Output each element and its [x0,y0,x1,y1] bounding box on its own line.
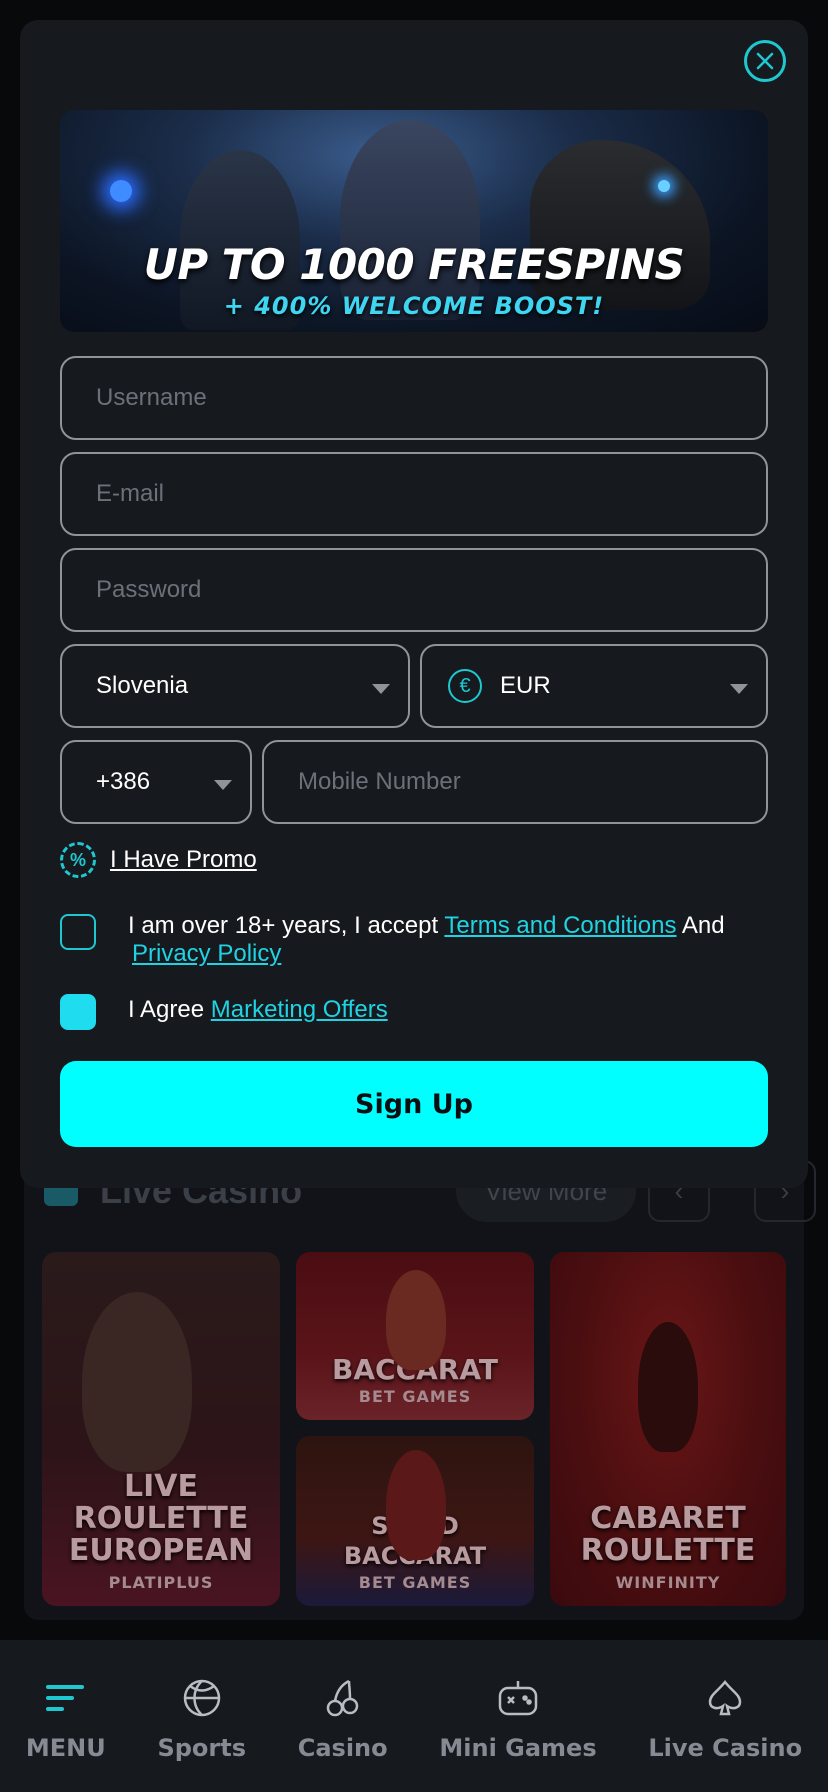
promo-link[interactable]: I Have Promo [110,846,257,874]
menu-icon [44,1676,88,1720]
username-field[interactable] [60,356,768,440]
spade-icon [703,1676,747,1720]
terms-text: I am over 18+ years, I accept Terms and … [128,912,748,968]
marketing-text: I Agree Marketing Offers [128,996,388,1030]
sign-up-button[interactable]: Sign Up [60,1061,768,1147]
nav-item-mini-games[interactable]: Mini Games [439,1676,597,1762]
mobile-number-field[interactable] [262,740,768,824]
nav-item-sports[interactable]: Sports [157,1676,246,1762]
game-tile-speed-baccarat[interactable]: SPEED BACCARAT BET GAMES [296,1436,534,1606]
game-title-line1: LIVE ROULETTE [73,1469,249,1536]
country-value: Slovenia [96,672,189,699]
signup-modal: UP TO 1000 FREESPINS + 400% WELCOME BOOS… [20,20,808,1188]
game-title-line2: ROULETTE [580,1533,756,1568]
dragon-eye [658,180,670,192]
dealer-figure [386,1450,446,1560]
magic-orb [110,180,132,202]
marketing-checkbox[interactable] [60,994,96,1030]
marketing-row: I Agree Marketing Offers [60,994,388,1030]
banner-title: UP TO 1000 FREESPINS [143,240,685,289]
bottom-navigation: MENU Sports Casino Mini Games Live Casin… [0,1640,828,1792]
password-input[interactable] [96,576,766,604]
mobile-number-input[interactable] [298,768,766,796]
banner-subtitle: + 400% WELCOME BOOST! [223,292,605,320]
basketball-icon [180,1676,224,1720]
marketing-statement: I Agree [128,996,205,1023]
game-provider: BET GAMES [358,1573,472,1592]
chevron-down-icon [214,780,232,790]
game-tile-cabaret-roulette[interactable]: CABARET ROULETTE WINFINITY [550,1252,786,1606]
country-select[interactable]: Slovenia [60,644,410,728]
dealer-figure [386,1270,446,1370]
currency-value: EUR [500,672,551,699]
phone-code-value: +386 [96,768,151,795]
game-tile-baccarat[interactable]: BACCARAT BET GAMES [296,1252,534,1420]
chevron-down-icon [730,684,748,694]
nav-label: Live Casino [648,1734,803,1762]
password-field[interactable] [60,548,768,632]
currency-select[interactable]: € EUR [420,644,768,728]
nav-item-menu[interactable]: MENU [26,1676,106,1762]
close-button[interactable] [744,40,786,82]
chevron-down-icon [372,684,390,694]
nav-item-casino[interactable]: Casino [298,1676,388,1762]
game-title-line1: CABARET [590,1501,746,1536]
terms-statement: I am over 18+ years, I accept [128,912,439,939]
game-provider: WINFINITY [615,1573,721,1592]
sorceress-figure [340,120,480,320]
gamepad-icon [496,1676,540,1720]
dealer-figure [638,1322,698,1452]
terms-and: And [681,912,725,939]
game-provider: PLATIPLUS [108,1573,214,1592]
promo-toggle[interactable]: % I Have Promo [60,842,257,878]
nav-label: MENU [25,1734,106,1762]
close-icon [756,52,774,70]
game-tile-live-roulette[interactable]: LIVE ROULETTE EUROPEAN PLATIPLUS [42,1252,280,1606]
terms-link[interactable]: Terms and Conditions [444,912,676,939]
nav-label: Mini Games [439,1734,597,1762]
euro-icon: € [448,669,482,703]
dealer-figure [82,1292,192,1472]
cherries-icon [321,1676,365,1720]
promo-banner: UP TO 1000 FREESPINS + 400% WELCOME BOOS… [60,110,768,332]
terms-checkbox[interactable] [60,914,96,950]
promo-icon: % [60,842,96,878]
nav-label: Casino [297,1734,388,1762]
nav-label: Sports [157,1734,246,1762]
privacy-policy-link[interactable]: Privacy Policy [132,940,281,967]
game-provider: BET GAMES [358,1387,472,1406]
email-field[interactable] [60,452,768,536]
nav-item-live-casino[interactable]: Live Casino [648,1676,802,1762]
game-title-line2: EUROPEAN [68,1533,254,1568]
terms-row: I am over 18+ years, I accept Terms and … [60,912,748,968]
phone-code-select[interactable]: +386 [60,740,252,824]
email-input[interactable] [96,480,766,508]
username-input[interactable] [96,384,766,412]
marketing-offers-link[interactable]: Marketing Offers [211,996,388,1023]
